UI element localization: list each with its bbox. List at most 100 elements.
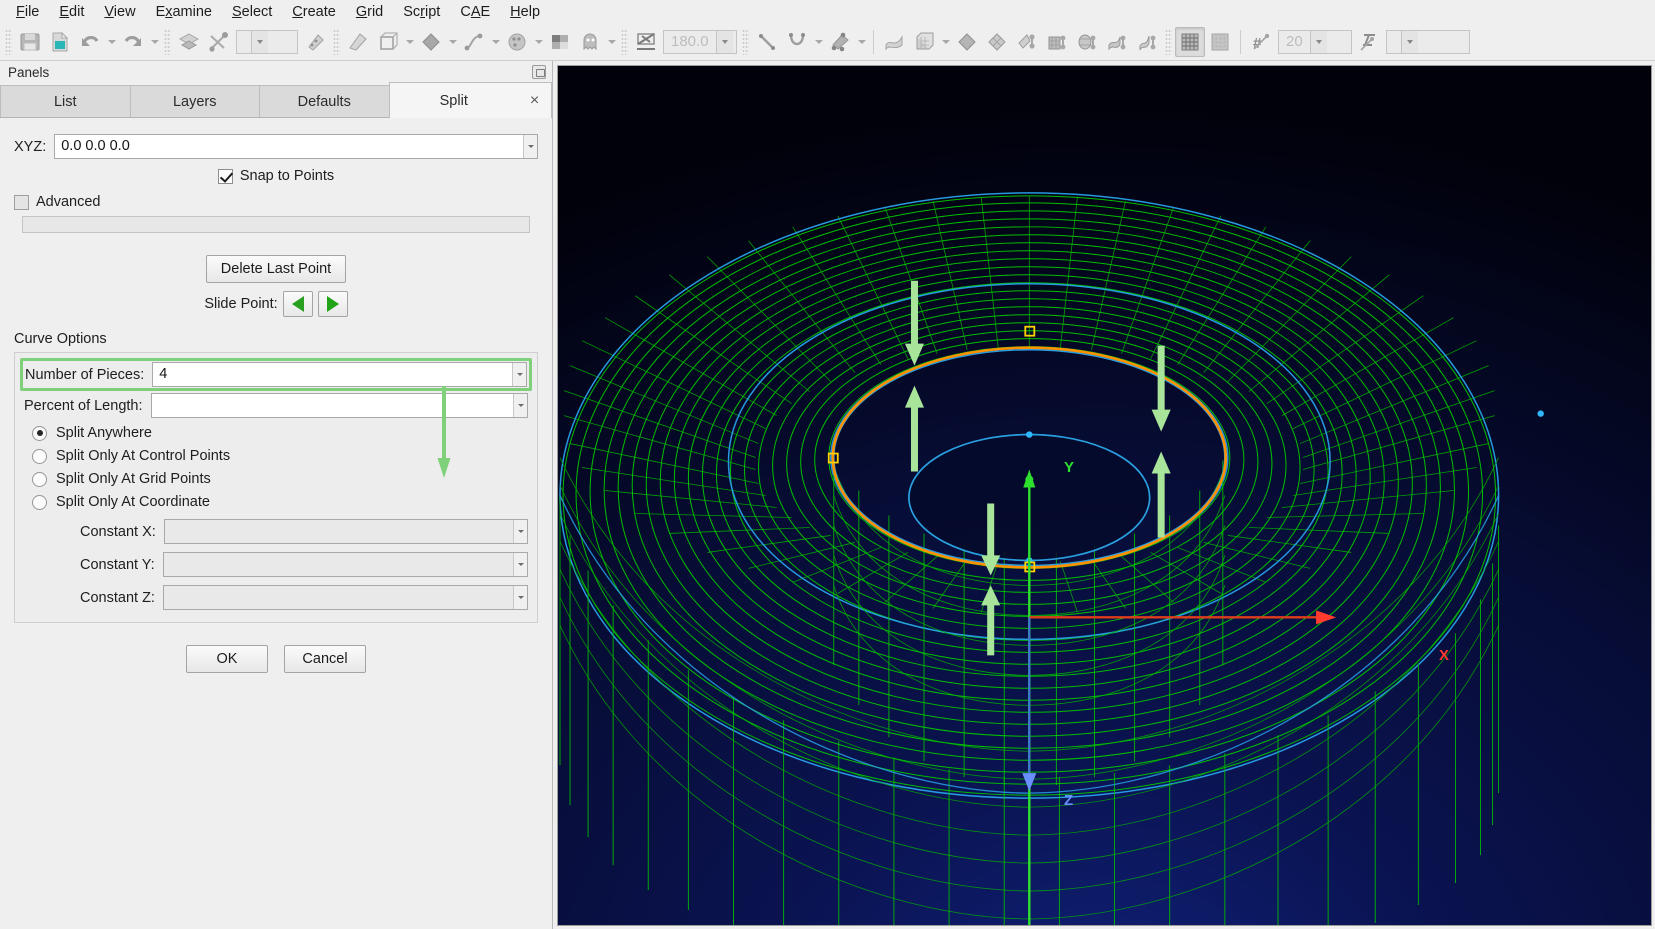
menu-help[interactable]: Help: [500, 1, 550, 23]
radio-split-anywhere[interactable]: Split Anywhere: [32, 425, 528, 441]
menu-select[interactable]: Select: [222, 1, 282, 23]
tab-split[interactable]: Split: [388, 82, 518, 118]
advanced-row[interactable]: Advanced: [14, 194, 538, 210]
ghost-dropdown-caret[interactable]: [605, 27, 618, 57]
toolbar-grip-6[interactable]: [1165, 28, 1172, 55]
radio-split-anywhere-button[interactable]: [32, 425, 47, 441]
new-file-icon[interactable]: [45, 27, 75, 57]
close-tab-icon[interactable]: ×: [518, 82, 552, 118]
block-icon-caret[interactable]: [939, 27, 952, 57]
palette-dropdown-caret[interactable]: [532, 27, 545, 57]
tab-defaults[interactable]: Defaults: [259, 85, 389, 117]
xyz-input[interactable]: 0.0 0.0 0.0: [54, 134, 538, 159]
undo-icon[interactable]: [75, 27, 105, 57]
toolbar-grip[interactable]: [5, 28, 12, 55]
slide-point-next-button[interactable]: [317, 291, 348, 317]
constant-z-caret[interactable]: [513, 586, 527, 609]
angle-tool-icon[interactable]: [631, 27, 661, 57]
attribute-value-field[interactable]: [1386, 29, 1470, 54]
snap-to-points-checkbox[interactable]: [217, 168, 233, 184]
diamond-icon[interactable]: [982, 27, 1012, 57]
constant-z-input[interactable]: [162, 585, 528, 610]
menu-script[interactable]: Script: [393, 1, 450, 23]
toolbar-grip-3[interactable]: [333, 28, 340, 55]
radio-split-control-points-button[interactable]: [32, 448, 47, 464]
constant-y-input[interactable]: [162, 552, 528, 577]
snap-to-points-row[interactable]: Snap to Points: [14, 168, 538, 184]
slide-point-prev-button[interactable]: [282, 291, 313, 317]
connector-tool-icon[interactable]: [204, 27, 234, 57]
radio-split-grid-points[interactable]: Split Only At Grid Points: [32, 471, 528, 487]
toolbar-grip-4[interactable]: [621, 28, 628, 55]
tab-list[interactable]: List: [0, 85, 130, 117]
float-panel-icon[interactable]: [532, 65, 546, 79]
delete-last-point-button[interactable]: Delete Last Point: [205, 255, 347, 283]
3d-viewport[interactable]: X Y Z: [557, 65, 1652, 926]
save-icon[interactable]: [15, 27, 45, 57]
advanced-checkbox[interactable]: [14, 194, 29, 210]
undo-dropdown-caret[interactable]: [105, 27, 118, 57]
shape-icon[interactable]: [416, 27, 446, 57]
ghost-icon[interactable]: [575, 27, 605, 57]
paint-icon[interactable]: [343, 27, 373, 57]
number-of-pieces-input[interactable]: 4: [152, 362, 527, 387]
constant-y-caret[interactable]: [513, 553, 527, 576]
radio-split-coordinate-button[interactable]: [32, 494, 47, 510]
solver-alt-icon[interactable]: [1132, 27, 1162, 57]
solver-icon[interactable]: [1102, 27, 1132, 57]
cancel-button[interactable]: Cancel: [284, 645, 366, 673]
menu-grid[interactable]: Grid: [346, 1, 393, 23]
block-icon[interactable]: [909, 27, 939, 57]
point-cloud-icon[interactable]: [825, 27, 855, 57]
curve-icon-caret[interactable]: [812, 27, 825, 57]
texture-icon[interactable]: [300, 27, 330, 57]
tab-layers[interactable]: Layers: [129, 85, 259, 117]
xyz-dropdown-caret[interactable]: [523, 135, 537, 158]
angle-value-field[interactable]: 180.0: [663, 29, 737, 54]
attribute-icon[interactable]: [1354, 27, 1384, 57]
box-view-icon[interactable]: [373, 27, 403, 57]
curve-dropdown-caret[interactable]: [489, 27, 502, 57]
dimension-value-caret[interactable]: [1309, 30, 1327, 53]
menu-file[interactable]: File: [6, 1, 49, 23]
shape-dropdown-caret[interactable]: [446, 27, 459, 57]
quad-icon[interactable]: [952, 27, 982, 57]
constant-x-input[interactable]: [163, 519, 528, 544]
grid-on-icon[interactable]: [1175, 26, 1205, 57]
toolbar-grip-5[interactable]: [742, 28, 749, 55]
render-mode-icon[interactable]: [545, 27, 575, 57]
surface-icon[interactable]: [879, 27, 909, 57]
curve-icon[interactable]: [782, 27, 812, 57]
attribute-value-caret[interactable]: [1401, 30, 1418, 53]
palette-icon[interactable]: [502, 27, 532, 57]
percent-of-length-input[interactable]: [150, 393, 528, 418]
grid-off-icon[interactable]: [1205, 27, 1235, 57]
radio-split-control-points[interactable]: Split Only At Control Points: [32, 448, 528, 464]
menu-create[interactable]: Create: [282, 1, 346, 23]
redo-dropdown-caret[interactable]: [148, 27, 161, 57]
number-of-pieces-caret[interactable]: [512, 363, 526, 386]
dimension-value-field[interactable]: 20: [1278, 29, 1352, 54]
select-layer-icon[interactable]: [174, 27, 204, 57]
ok-button[interactable]: OK: [186, 645, 268, 673]
entity-type-combo[interactable]: [236, 29, 298, 54]
menu-examine[interactable]: Examine: [146, 1, 222, 23]
menu-edit[interactable]: Edit: [49, 1, 94, 23]
toolbar-grip-2[interactable]: [164, 28, 171, 55]
percent-of-length-caret[interactable]: [513, 394, 527, 417]
ellipse-block-icon[interactable]: [1072, 27, 1102, 57]
redo-icon[interactable]: [118, 27, 148, 57]
point-cloud-caret[interactable]: [855, 27, 868, 57]
structured-block-icon[interactable]: [1042, 27, 1072, 57]
menu-cae[interactable]: CAE: [450, 1, 500, 23]
radio-split-coordinate[interactable]: Split Only At Coordinate: [32, 494, 528, 510]
constant-x-caret[interactable]: [513, 520, 527, 543]
box-view-dropdown-caret[interactable]: [403, 27, 416, 57]
entity-type-combo-caret[interactable]: [251, 30, 268, 53]
curve-tool-icon[interactable]: [459, 27, 489, 57]
line-icon[interactable]: [752, 27, 782, 57]
dimension-icon[interactable]: #: [1246, 27, 1276, 57]
menu-view[interactable]: View: [94, 1, 145, 23]
angle-value-caret[interactable]: [715, 30, 733, 53]
extrude-icon[interactable]: [1012, 27, 1042, 57]
